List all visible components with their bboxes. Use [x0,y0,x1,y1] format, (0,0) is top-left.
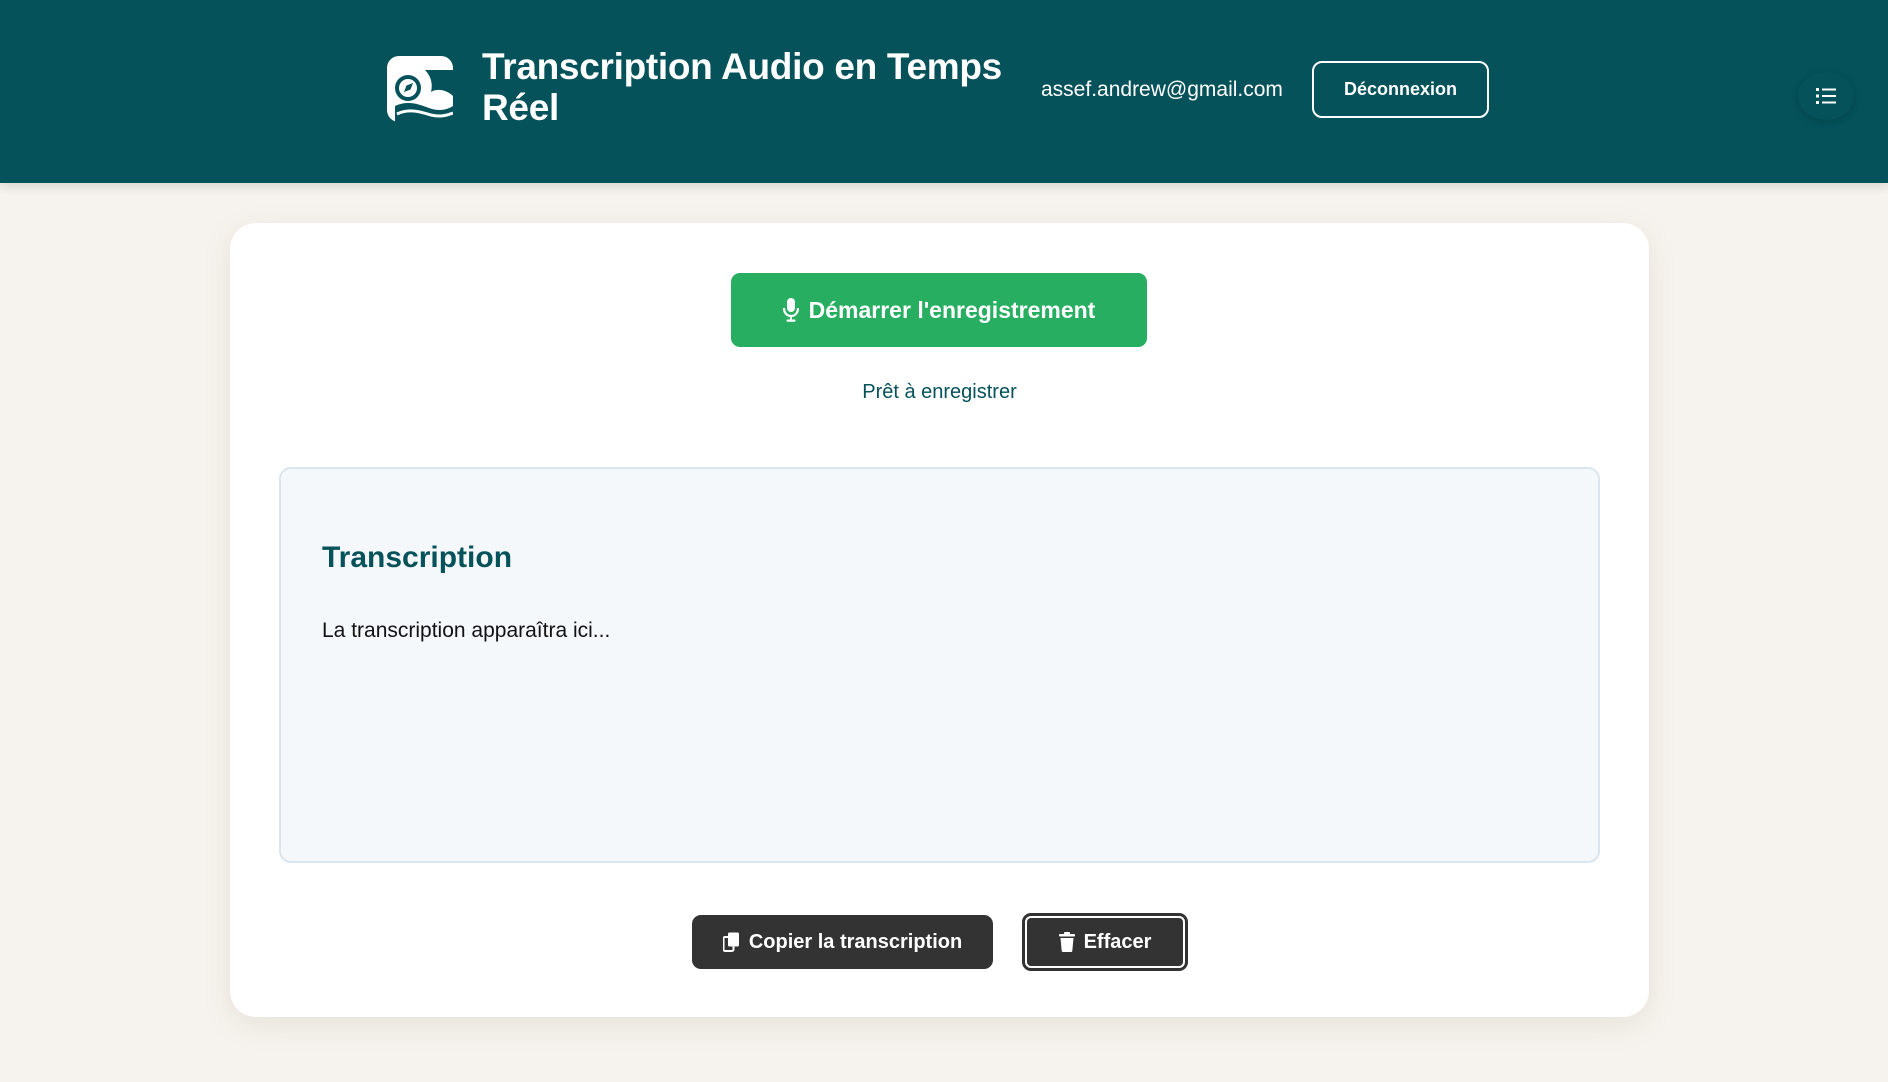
app-title: Transcription Audio en Temps Réel [482,46,1002,128]
clear-button[interactable]: Effacer [1022,913,1188,971]
start-recording-label: Démarrer l'enregistrement [808,296,1096,323]
list-menu-icon [1816,87,1836,105]
main-card: Démarrer l'enregistrement Prêt à enregis… [230,223,1649,1017]
start-recording-button[interactable]: Démarrer l'enregistrement [731,273,1147,347]
copy-transcription-button[interactable]: Copier la transcription [692,915,993,969]
user-email: assef.andrew@gmail.com [1041,78,1283,101]
app-header: Transcription Audio en Temps Réel assef.… [0,0,1888,183]
transcription-panel: Transcription La transcription apparaîtr… [279,467,1600,863]
recording-status: Prêt à enregistrer [862,381,1017,403]
copy-transcription-label: Copier la transcription [748,930,963,953]
app-logo-icon [387,56,453,122]
logout-button[interactable]: Déconnexion [1312,61,1489,118]
transcription-text: La transcription apparaîtra ici... [322,619,611,642]
microphone-icon [782,298,799,322]
clear-label: Effacer [1083,930,1152,953]
trash-icon [1058,932,1075,952]
transcription-heading: Transcription [322,541,513,574]
list-menu-button[interactable] [1798,72,1854,120]
copy-icon [722,932,740,952]
